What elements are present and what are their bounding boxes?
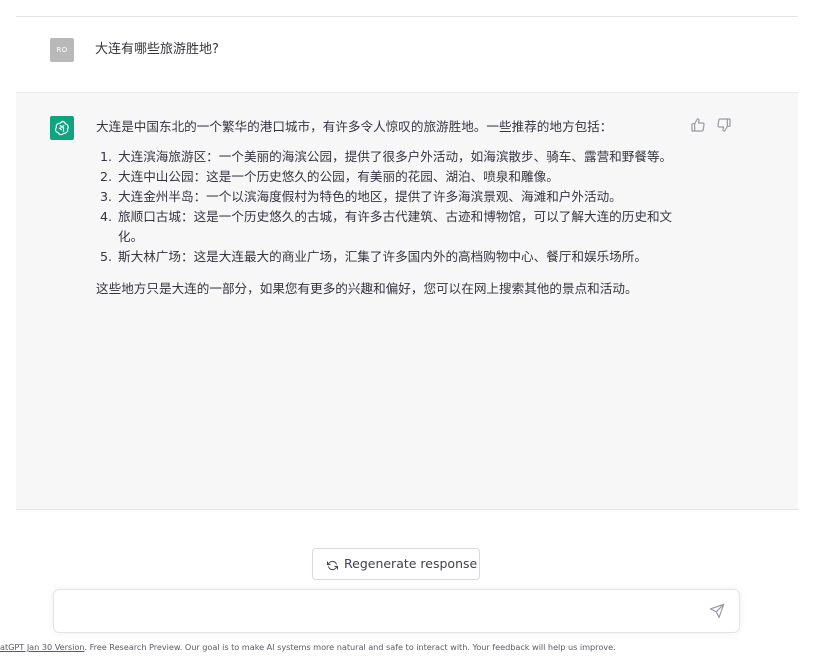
list-item: 大连中山公园：这是一个历史悠久的公园，有美丽的花园、湖泊、喷泉和雕像。 (116, 167, 696, 187)
user-message-text: 大连有哪些旅游胜地? (95, 42, 219, 57)
feedback-buttons (690, 117, 734, 135)
answer-outro: 这些地方只是大连的一部分，如果您有更多的兴趣和偏好，您可以在网上搜索其他的景点和… (96, 281, 638, 296)
list-item: 斯大林广场：这是大连最大的商业广场，汇集了许多国内外的高档购物中心、餐厅和娱乐场… (116, 247, 696, 267)
assistant-message-row: 大连是中国东北的一个繁华的港口城市，有许多令人惊叹的旅游胜地。一些推荐的地方包括… (16, 92, 798, 510)
attraction-list: 大连滨海旅游区：一个美丽的海滨公园，提供了很多户外活动，如海滨散步、骑车、露营和… (96, 147, 696, 267)
message-composer (53, 589, 740, 633)
thumbs-up-icon[interactable] (690, 117, 706, 133)
list-item: 大连滨海旅游区：一个美丽的海滨公园，提供了很多户外活动，如海滨散步、骑车、露营和… (116, 147, 696, 167)
send-icon[interactable] (709, 603, 727, 621)
footer-disclaimer: atGPT Jan 30 Version. Free Research Prev… (0, 642, 818, 652)
refresh-icon (326, 559, 339, 574)
message-input[interactable] (68, 601, 692, 625)
user-avatar: RO (50, 38, 74, 62)
list-item: 旅顺口古城：这是一个历史悠久的古城，有许多古代建筑、古迹和博物馆，可以了解大连的… (116, 207, 696, 247)
thumbs-down-icon[interactable] (716, 117, 732, 133)
footer-text: . Free Research Preview. Our goal is to … (84, 642, 616, 652)
version-link[interactable]: atGPT Jan 30 Version (0, 642, 85, 652)
list-item: 大连金州半岛：一个以滨海度假村为特色的地区，提供了许多海滨景观、海滩和户外活动。 (116, 187, 696, 207)
answer-intro: 大连是中国东北的一个繁华的港口城市，有许多令人惊叹的旅游胜地。一些推荐的地方包括… (96, 119, 613, 134)
chatgpt-logo-icon (50, 116, 74, 140)
regenerate-response-button[interactable]: Regenerate response (312, 548, 480, 580)
user-message-row: RO 大连有哪些旅游胜地? (16, 16, 798, 92)
assistant-answer: 大连是中国东北的一个繁华的港口城市，有许多令人惊叹的旅游胜地。一些推荐的地方包括… (96, 117, 696, 299)
chat-page: RO 大连有哪些旅游胜地? 大连是中国东北的一个繁华的港口城市，有许多令人惊叹的… (0, 0, 818, 667)
regenerate-label: Regenerate response (344, 556, 478, 571)
